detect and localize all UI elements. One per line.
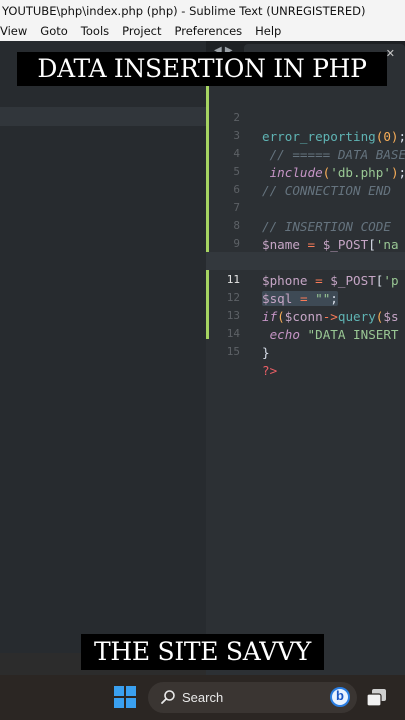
video-title-caption: DATA INSERTION IN PHP: [17, 52, 387, 86]
code-line[interactable]: 3 // ===== DATA BASE: [206, 108, 405, 162]
code-line[interactable]: 7 // INSERTION CODE: [206, 180, 405, 234]
code-editor[interactable]: ◀ ▶ ✕ 2 error_reporting(0); 3 // ===== D…: [206, 41, 405, 675]
window-title-bar: YOUTUBE\php\index.php (php) - Sublime Te…: [0, 0, 405, 22]
code-line[interactable]: 10 $phone = $_POST['p: [206, 234, 405, 288]
menu-tools[interactable]: Tools: [81, 22, 109, 41]
menu-bar: View Goto Tools Project Preferences Help: [0, 22, 405, 41]
taskbar-search-box[interactable]: Search b: [148, 682, 357, 713]
code-line[interactable]: 12 if($conn->query($s: [206, 270, 405, 324]
taskbar: Search b: [0, 675, 405, 720]
menu-view[interactable]: View: [0, 22, 27, 41]
sidebar-panel[interactable]: [0, 41, 206, 675]
line-code: }: [262, 345, 270, 360]
bing-icon[interactable]: b: [330, 687, 350, 707]
close-icon[interactable]: ✕: [386, 47, 395, 60]
search-icon: [161, 690, 175, 704]
windows-logo-icon[interactable]: [114, 686, 136, 708]
task-view-icon[interactable]: [366, 688, 388, 708]
code-line[interactable]: 9 $email = $_POST['e: [206, 216, 405, 270]
sidebar-selected-row[interactable]: [0, 107, 206, 126]
code-line[interactable]: 6: [206, 162, 405, 196]
code-line[interactable]: 2 error_reporting(0);: [206, 90, 405, 144]
menu-goto[interactable]: Goto: [40, 22, 68, 41]
menu-preferences[interactable]: Preferences: [175, 22, 243, 41]
code-line[interactable]: 5 // CONNECTION END: [206, 144, 405, 198]
channel-brand-caption: THE SITE SAVVY: [81, 634, 324, 670]
menu-help[interactable]: Help: [255, 22, 281, 41]
code-line[interactable]: 4 include('db.php');: [206, 126, 405, 180]
menu-project[interactable]: Project: [122, 22, 161, 41]
code-line[interactable]: 15 ?>: [206, 324, 405, 378]
line-code: ?>: [262, 363, 278, 378]
search-label: Search: [182, 690, 224, 705]
window-title: YOUTUBE\php\index.php (php) - Sublime Te…: [2, 4, 366, 18]
line-number: 15: [226, 345, 240, 358]
code-line[interactable]: 13 echo "DATA INSERT: [206, 288, 405, 342]
code-line[interactable]: 14 }: [206, 306, 405, 360]
code-line[interactable]: 8 $name = $_POST['na: [206, 198, 405, 252]
code-line-active[interactable]: 11 $sql = "";: [206, 252, 405, 306]
